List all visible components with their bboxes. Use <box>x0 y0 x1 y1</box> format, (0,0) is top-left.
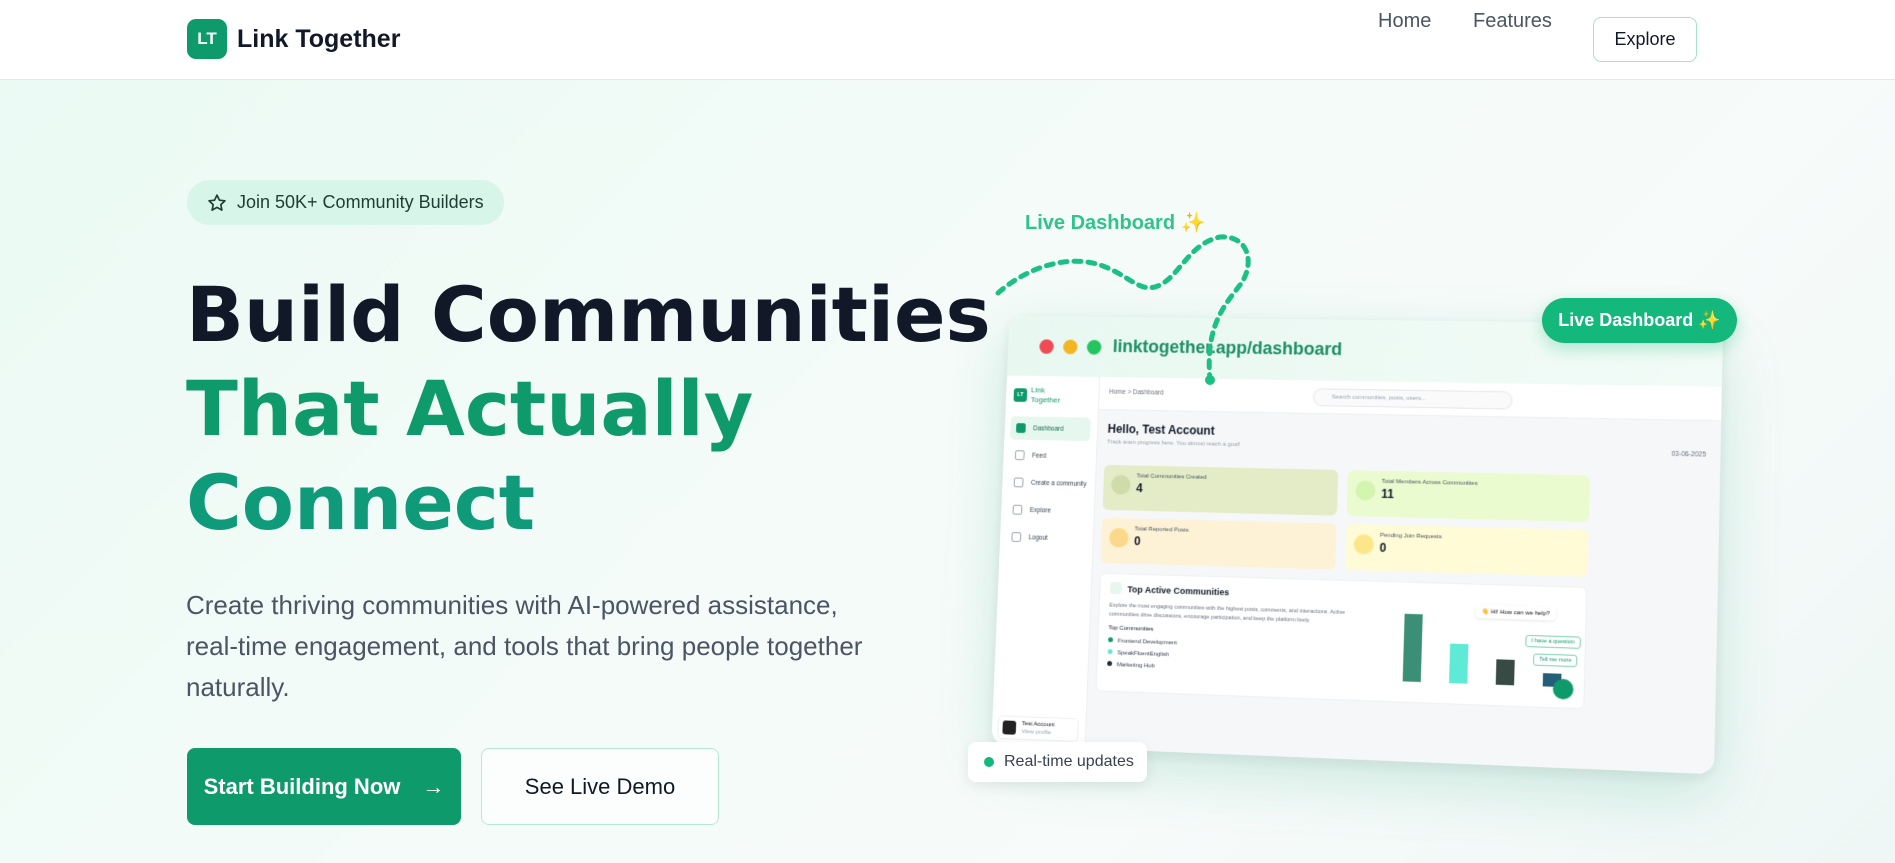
top-nav: LT Link Together Home Features Explore <box>0 0 1895 80</box>
see-live-demo-button[interactable]: See Live Demo <box>481 748 719 825</box>
feed-icon <box>1014 450 1025 461</box>
chat-icon <box>1552 678 1574 700</box>
avatar <box>1002 720 1017 735</box>
sidebar-item-dashboard: Dashboard <box>1009 416 1091 442</box>
start-building-button[interactable]: Start Building Now → <box>187 748 461 825</box>
sidebar-item-feed: Feed <box>1009 443 1090 468</box>
list-item: Marketing Hub <box>1107 660 1155 670</box>
explore-icon <box>1012 504 1023 515</box>
sidebar-item-label: Explore <box>1029 506 1051 514</box>
sidebar-user-name: Test Account <box>1021 721 1055 729</box>
sidebar-item-label: Feed <box>1031 452 1047 460</box>
sidebar-user: Test Account View profile <box>997 715 1079 743</box>
panel-description: Explore the most engaging communities wi… <box>1108 602 1346 624</box>
hero-headline: Build Communities That Actually Connect <box>186 268 991 550</box>
sidebar-user-text: Test Account View profile <box>1021 720 1054 737</box>
brand[interactable]: LT Link Together <box>187 19 400 59</box>
stat-icon <box>1110 474 1131 495</box>
list-item: Frontend Development <box>1108 637 1177 646</box>
sidebar-item-create-community: Create a community <box>1008 471 1089 496</box>
status-dot <box>984 757 994 767</box>
headline-line-1: Build Communities <box>186 270 991 359</box>
badge-text: Join 50K+ Community Builders <box>237 192 484 212</box>
chart-bar <box>1402 613 1423 683</box>
chart-bar <box>1495 659 1515 686</box>
panel-title: Top Active Communities <box>1127 584 1230 598</box>
sidebar-item-label: Logout <box>1028 533 1048 542</box>
chat-option-more: Tell me more <box>1532 653 1578 668</box>
dashboard-sidebar: LT Link Together Dashboard Feed Create a… <box>991 375 1101 749</box>
dashboard-date: 03-06-2025 <box>1671 450 1707 459</box>
nav-explore-button[interactable]: Explore <box>1593 17 1697 62</box>
list-item-label: Marketing Hub <box>1116 662 1155 670</box>
list-item-label: SpeakFluentEnglish <box>1117 650 1170 659</box>
headline-line-2: That Actually <box>186 364 754 453</box>
dashboard-icon <box>1015 423 1026 433</box>
realtime-updates-pill: Real-time updates <box>968 742 1147 782</box>
create-icon <box>1013 477 1024 488</box>
greeting-subtitle: Track team progress here. You almost rea… <box>1107 439 1241 449</box>
dashboard-body: LT Link Together Dashboard Feed Create a… <box>991 375 1722 775</box>
decorative-curve <box>995 234 1251 385</box>
nav-home-link[interactable]: Home <box>1378 10 1431 33</box>
brand-name: Link Together <box>237 24 401 53</box>
brand-logo: LT <box>187 19 227 59</box>
stat-icon <box>1355 480 1376 501</box>
list-item: SpeakFluentEnglish <box>1107 649 1169 658</box>
arrow-right-icon: → <box>422 773 445 799</box>
stat-value: 0 <box>1379 540 1387 555</box>
stat-icon <box>1108 527 1129 548</box>
community-badge: Join 50K+ Community Builders <box>187 180 504 225</box>
stat-value: 11 <box>1381 486 1395 502</box>
sidebar-user-sub: View profile <box>1021 729 1052 737</box>
star-icon <box>208 193 226 211</box>
stat-icon <box>1353 534 1375 555</box>
chart-bar <box>1449 643 1469 684</box>
hero-subtitle: Create thriving communities with AI-powe… <box>186 590 863 702</box>
stat-card-communities: Total Communities Created 4 <box>1102 464 1339 516</box>
dashboard-main: Hello, Test Account Track team progress … <box>1085 410 1721 774</box>
list-item-label: Frontend Development <box>1117 638 1178 647</box>
realtime-label: Real-time updates <box>1004 753 1134 770</box>
sidebar-item-explore: Explore <box>1007 498 1088 523</box>
stat-value: 4 <box>1135 481 1143 496</box>
start-building-label: Start Building Now <box>203 773 401 799</box>
panel-list-heading: Top Communities <box>1108 625 1154 633</box>
headline-line-3: Connect <box>186 458 536 547</box>
logout-icon <box>1011 532 1022 543</box>
live-dashboard-pill: Live Dashboard ✨ <box>1542 298 1737 343</box>
stat-value: 0 <box>1133 534 1141 549</box>
sidebar-item-label: Create a community <box>1030 479 1087 488</box>
greeting: Hello, Test Account <box>1107 421 1215 438</box>
stat-card-members: Total Members Across Communities 11 <box>1346 470 1590 522</box>
chat-option-question: I have a question <box>1525 634 1581 649</box>
sidebar-item-label: Dashboard <box>1033 424 1064 433</box>
trending-icon <box>1109 581 1122 595</box>
top-active-communities-panel: Top Active Communities Explore the most … <box>1095 572 1588 710</box>
sidebar-item-logout: Logout <box>1005 525 1086 551</box>
nav-features-link[interactable]: Features <box>1473 10 1552 33</box>
stat-card-join-requests: Pending Join Requests 0 <box>1345 523 1589 577</box>
stat-card-reported-posts: Total Reported Posts 0 <box>1100 517 1337 570</box>
dashboard-search-input: Search communities, posts, users... <box>1312 388 1513 410</box>
chat-greeting: 👋 Hi! How can we help? <box>1475 604 1557 621</box>
